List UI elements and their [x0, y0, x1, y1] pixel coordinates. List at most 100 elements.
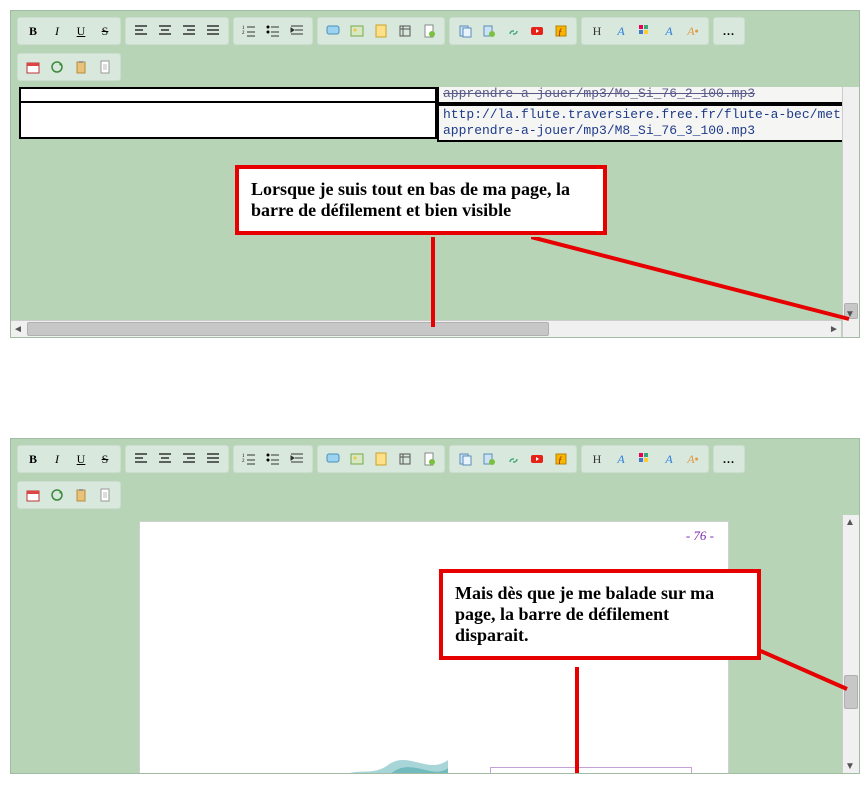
align-justify-button[interactable] — [202, 20, 224, 42]
editor-top: B I U S 12 ƒ — [10, 10, 860, 338]
font-color-icon[interactable]: A — [658, 20, 680, 42]
more-button[interactable]: ... — [718, 448, 740, 470]
format-group: B I U S — [17, 17, 121, 45]
align-left-button[interactable] — [130, 20, 152, 42]
align-right-button[interactable] — [178, 448, 200, 470]
refresh-icon[interactable] — [46, 56, 68, 78]
refresh-icon[interactable] — [46, 484, 68, 506]
svg-text:2: 2 — [242, 31, 245, 36]
italic-button[interactable]: I — [46, 448, 68, 470]
align-center-button[interactable] — [154, 448, 176, 470]
copy-icon[interactable] — [454, 448, 476, 470]
note-icon[interactable] — [370, 20, 392, 42]
toolbar: B I U S 12 ƒ — [11, 11, 859, 87]
scroll-thumb[interactable] — [27, 322, 549, 336]
svg-text:ƒ: ƒ — [558, 455, 563, 465]
bg-color-icon[interactable]: A● — [682, 20, 704, 42]
insert-group-1 — [317, 17, 445, 45]
extra-group — [17, 53, 121, 81]
page-number: - 76 - — [686, 528, 714, 544]
link-icon[interactable] — [502, 20, 524, 42]
link-icon[interactable] — [502, 448, 524, 470]
bg-color-icon[interactable]: A● — [682, 448, 704, 470]
align-justify-button[interactable] — [202, 448, 224, 470]
highlight-icon[interactable]: A — [610, 20, 632, 42]
italic-button[interactable]: I — [46, 20, 68, 42]
clear-format-button[interactable]: H — [586, 20, 608, 42]
bold-button[interactable]: B — [22, 20, 44, 42]
calendar-icon[interactable] — [22, 484, 44, 506]
toolbar: BIUS 12 ƒ HAAA● ... — [11, 439, 859, 515]
paste-icon[interactable] — [478, 20, 500, 42]
style-group: H A A A● — [581, 17, 709, 45]
scroll-left-arrow[interactable]: ◄ — [11, 322, 25, 336]
flash-icon[interactable]: ƒ — [550, 448, 572, 470]
clipboard-icon[interactable] — [70, 56, 92, 78]
unordered-list-button[interactable] — [262, 448, 284, 470]
editing-canvas-top[interactable]: apprendre-a-jouer/mp3/Mo_Si_76_2_100.mp3… — [11, 87, 859, 337]
page-icon[interactable] — [418, 20, 440, 42]
align-right-button[interactable] — [178, 20, 200, 42]
ordered-list-button[interactable]: 12 — [238, 20, 260, 42]
vertical-scrollbar[interactable]: ▲ ▼ — [842, 515, 859, 773]
content-box — [490, 767, 692, 773]
note-icon[interactable] — [370, 448, 392, 470]
align-group — [125, 17, 229, 45]
paste-icon[interactable] — [478, 448, 500, 470]
more-group: ... — [713, 17, 745, 45]
annotation-line — [575, 667, 579, 773]
indent-button[interactable] — [286, 20, 308, 42]
insert-group-2: ƒ — [449, 17, 577, 45]
list-group: 12 — [233, 17, 313, 45]
editor-bottom: BIUS 12 ƒ HAAA● ... - 76 - Mais dès que … — [10, 438, 860, 774]
align-center-button[interactable] — [154, 20, 176, 42]
unordered-list-button[interactable] — [262, 20, 284, 42]
scroll-down-arrow[interactable]: ▼ — [843, 759, 857, 773]
more-button[interactable]: ... — [718, 20, 740, 42]
indent-button[interactable] — [286, 448, 308, 470]
ordered-list-button[interactable]: 12 — [238, 448, 260, 470]
strike-button[interactable]: S — [94, 20, 116, 42]
template-icon[interactable] — [394, 20, 416, 42]
svg-text:2: 2 — [242, 459, 245, 464]
scroll-up-arrow[interactable]: ▲ — [843, 515, 857, 529]
copy-icon[interactable] — [454, 20, 476, 42]
flash-icon[interactable]: ƒ — [550, 20, 572, 42]
annotation-callout-top: Lorsque je suis tout en bas de ma page, … — [235, 165, 607, 235]
url-text: apprendre-a-jouer/mp3/Mo_Si_76_2_100.mp3 — [439, 87, 859, 104]
color-grid-icon[interactable] — [634, 20, 656, 42]
bold-button[interactable]: B — [22, 448, 44, 470]
underline-button[interactable]: U — [70, 20, 92, 42]
svg-text:ƒ: ƒ — [558, 27, 563, 37]
url-line: http://la.flute.traversiere.free.fr/flut… — [443, 107, 859, 122]
document-icon[interactable] — [94, 484, 116, 506]
document-icon[interactable] — [94, 56, 116, 78]
strike-button[interactable]: S — [94, 448, 116, 470]
color-grid-icon[interactable] — [634, 448, 656, 470]
comment-icon[interactable] — [322, 448, 344, 470]
calendar-icon[interactable] — [22, 56, 44, 78]
clipboard-icon[interactable] — [70, 484, 92, 506]
comment-icon[interactable] — [322, 20, 344, 42]
align-left-button[interactable] — [130, 448, 152, 470]
editing-canvas-bottom[interactable]: - 76 - Mais dès que je me balade sur ma … — [11, 515, 859, 773]
annotation-line — [747, 645, 859, 705]
url-line: apprendre-a-jouer/mp3/M8_Si_76_3_100.mp3 — [443, 123, 755, 138]
template-icon[interactable] — [394, 448, 416, 470]
page-icon[interactable] — [418, 448, 440, 470]
url-text: http://la.flute.traversiere.free.fr/flut… — [439, 104, 859, 140]
clear-format-button[interactable]: H — [586, 448, 608, 470]
youtube-icon[interactable] — [526, 448, 548, 470]
youtube-icon[interactable] — [526, 20, 548, 42]
annotation-line — [531, 237, 859, 335]
table-cell — [19, 101, 437, 139]
highlight-icon[interactable]: A — [610, 448, 632, 470]
table-cell-urls: apprendre-a-jouer/mp3/Mo_Si_76_2_100.mp3… — [437, 87, 859, 142]
image-icon[interactable] — [346, 20, 368, 42]
underline-button[interactable]: U — [70, 448, 92, 470]
image-icon[interactable] — [346, 448, 368, 470]
font-color-icon[interactable]: A — [658, 448, 680, 470]
annotation-line — [431, 237, 435, 327]
watermark-graphic — [328, 750, 448, 773]
annotation-callout-bottom: Mais dès que je me balade sur ma page, l… — [439, 569, 761, 660]
